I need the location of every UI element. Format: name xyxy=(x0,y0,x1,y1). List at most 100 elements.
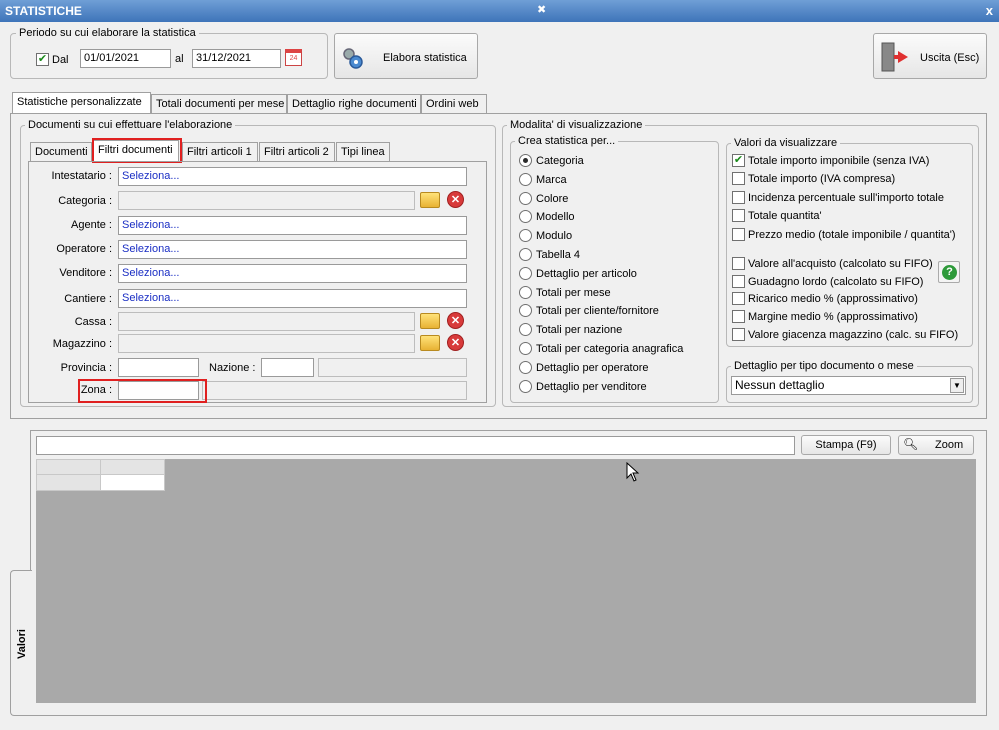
calendar-icon[interactable]: 24 xyxy=(285,49,302,66)
zona-description xyxy=(202,381,467,400)
dal-date-input[interactable]: 01/01/2021 xyxy=(80,49,171,68)
valori-checkbox[interactable] xyxy=(732,292,745,305)
highlight-filtri-documenti xyxy=(92,138,182,163)
nazione-input[interactable] xyxy=(261,358,314,377)
crea-legend: Crea statistica per... xyxy=(515,135,619,147)
categoria-input[interactable] xyxy=(118,191,415,210)
valori-label: Valore all'acquisto (calcolato su FIFO) xyxy=(748,258,933,270)
valori-label: Totale importo (IVA compresa) xyxy=(748,173,896,185)
valori-checkbox[interactable] xyxy=(732,209,745,222)
radio-totali-per-mese[interactable] xyxy=(519,285,532,299)
subtab-filtri-articoli-2[interactable]: Filtri articoli 2 xyxy=(259,142,335,162)
zoom-label: Zoom xyxy=(935,439,964,451)
venditore-input[interactable]: Seleziona... xyxy=(118,264,467,283)
chevron-down-icon[interactable]: ▼ xyxy=(950,378,964,393)
cantiere-input[interactable]: Seleziona... xyxy=(118,289,467,308)
cassa-input[interactable] xyxy=(118,312,415,331)
radio-marca[interactable] xyxy=(519,172,532,186)
radio-label: Dettaglio per articolo xyxy=(536,267,637,280)
categoria-label: Categoria : xyxy=(58,195,112,207)
cassa-clear-icon[interactable]: ✕ xyxy=(447,312,464,329)
valori-label: Totale importo imponibile (senza IVA) xyxy=(748,155,930,167)
dal-checkbox[interactable]: ✔ xyxy=(36,53,49,66)
magazzino-folder-icon[interactable] xyxy=(420,335,440,351)
pin-icon[interactable]: ✖ xyxy=(537,0,546,20)
agente-label: Agente : xyxy=(71,219,112,231)
elabora-label: Elabora statistica xyxy=(383,52,467,64)
side-tab-label: Valori xyxy=(16,629,28,659)
categoria-folder-icon[interactable] xyxy=(420,192,440,208)
valori-checkbox[interactable] xyxy=(732,275,745,288)
agente-input[interactable]: Seleziona... xyxy=(118,216,467,235)
valori-checkbox[interactable] xyxy=(732,310,745,323)
valori-label: Valore giacenza magazzino (calc. su FIFO… xyxy=(748,329,959,341)
valori-checkbox[interactable]: ✔ xyxy=(732,154,745,167)
radio-label: Tabella 4 xyxy=(536,249,581,261)
valori-label: Prezzo medio (totale imponibile / quanti… xyxy=(748,229,956,241)
grid-row-header xyxy=(36,474,101,491)
grid-header-corner xyxy=(36,459,101,475)
magazzino-input[interactable] xyxy=(118,334,415,353)
valori-checkbox[interactable] xyxy=(732,191,745,204)
stampa-button[interactable]: Stampa (F9) xyxy=(801,435,891,455)
radio-label: Modulo xyxy=(536,230,573,243)
modalita-legend: Modalita' di visualizzazione xyxy=(507,119,646,131)
provincia-label: Provincia : xyxy=(60,362,112,374)
radio-label: Dettaglio per venditore xyxy=(536,380,647,393)
help-button[interactable]: ? xyxy=(938,261,960,283)
al-date-input[interactable]: 31/12/2021 xyxy=(192,49,281,68)
radio-dettaglio-per-venditore[interactable] xyxy=(519,379,532,393)
radio-label: Dettaglio per operatore xyxy=(536,361,649,374)
dettaglio-select[interactable]: Nessun dettaglio xyxy=(731,376,966,395)
provincia-input[interactable] xyxy=(118,358,199,377)
cassa-label: Cassa : xyxy=(74,316,112,328)
periodo-legend: Periodo su cui elaborare la statistica xyxy=(16,27,199,39)
help-icon: ? xyxy=(942,265,957,280)
valori-label: Ricarico medio % (approssimativo) xyxy=(748,293,918,305)
elabora-statistica-button[interactable]: Elabora statistica xyxy=(334,33,478,79)
valori-checkbox[interactable] xyxy=(732,172,745,185)
radio-label: Colore xyxy=(536,192,569,205)
categoria-clear-icon[interactable]: ✕ xyxy=(447,191,464,208)
tab-totali-documenti-per-mese[interactable]: Totali documenti per mese xyxy=(151,94,287,114)
side-tab[interactable]: Valori xyxy=(10,570,32,716)
subtab-filtri-articoli-1[interactable]: Filtri articoli 1 xyxy=(182,142,258,162)
magazzino-clear-icon[interactable]: ✕ xyxy=(447,334,464,351)
tab-dettaglio-righe-documenti[interactable]: Dettaglio righe documenti xyxy=(287,94,421,114)
magnifier-icon: 🔍︎ xyxy=(903,437,919,451)
uscita-button[interactable]: Uscita (Esc) xyxy=(873,33,987,79)
exit-door-icon xyxy=(880,41,910,73)
subtab-tipi-linea[interactable]: Tipi linea xyxy=(336,142,390,162)
tab-statistiche-personalizzate[interactable]: Statistiche personalizzate xyxy=(12,92,151,114)
nazione-description xyxy=(318,358,467,377)
valori-legend: Valori da visualizzare xyxy=(731,137,841,149)
intestatario-label: Intestatario : xyxy=(51,170,112,182)
radio-tabella-4[interactable] xyxy=(519,248,532,261)
valori-label: Guadagno lordo (calcolato su FIFO) xyxy=(748,276,924,288)
operatore-input[interactable]: Seleziona... xyxy=(118,240,467,259)
valori-checkbox[interactable] xyxy=(732,228,745,241)
radio-label: Marca xyxy=(536,173,567,186)
intestatario-input[interactable]: Seleziona... xyxy=(118,167,467,186)
cassa-folder-icon[interactable] xyxy=(420,313,440,329)
radio-colore[interactable] xyxy=(519,191,532,205)
cantiere-label: Cantiere : xyxy=(64,293,112,305)
radio-dettaglio-per-articolo[interactable] xyxy=(519,266,532,280)
highlight-zona xyxy=(78,379,207,403)
valori-checkbox[interactable] xyxy=(732,328,745,341)
tab-ordini-web[interactable]: Ordini web xyxy=(421,94,487,114)
window-title: STATISTICHE xyxy=(0,0,999,22)
documenti-legend: Documenti su cui effettuare l'elaborazio… xyxy=(25,119,236,131)
radio-totali-per-categoria-anagrafica[interactable] xyxy=(519,342,532,355)
radio-dettaglio-per-operatore[interactable] xyxy=(519,360,532,374)
close-button[interactable]: x xyxy=(986,0,993,22)
grid-cell[interactable] xyxy=(100,474,165,491)
calendar-day: 24 xyxy=(289,55,298,62)
valori-checkbox[interactable] xyxy=(732,257,745,270)
radio-categoria[interactable] xyxy=(519,154,532,167)
uscita-label: Uscita (Esc) xyxy=(920,52,980,64)
subtab-documenti[interactable]: Documenti xyxy=(30,142,92,162)
results-search-input[interactable] xyxy=(36,436,795,455)
zoom-button[interactable]: 🔍︎ Zoom xyxy=(898,435,974,455)
operatore-label: Operatore : xyxy=(56,243,112,255)
